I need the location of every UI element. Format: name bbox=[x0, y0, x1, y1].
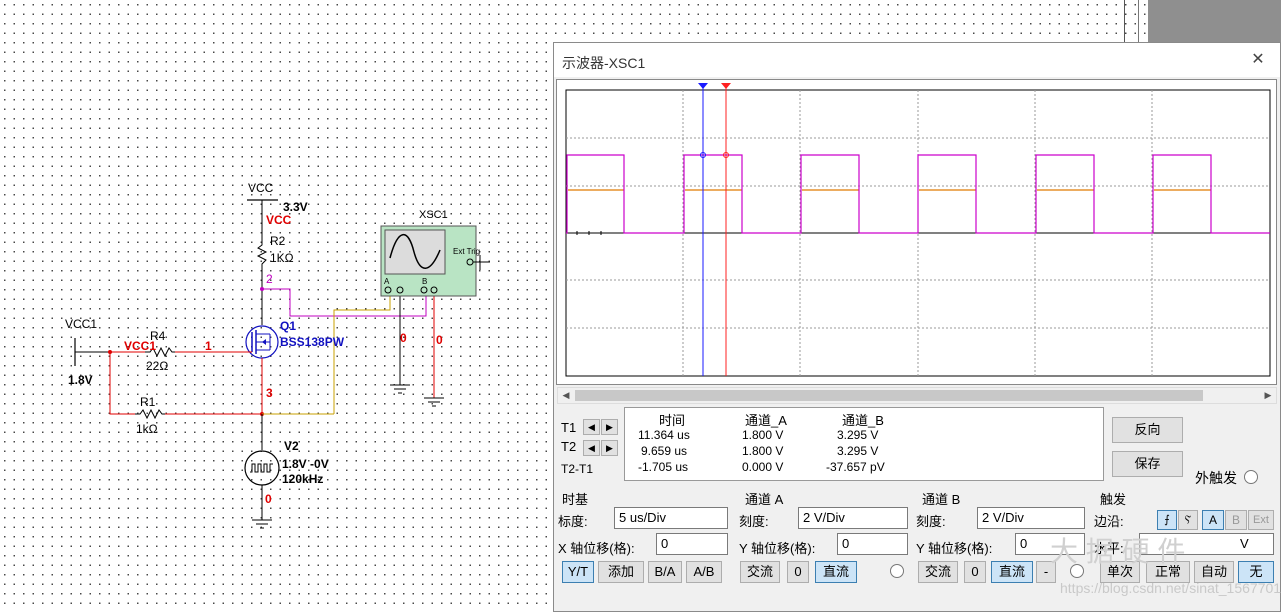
channel-b-ac-button[interactable]: 交流 bbox=[918, 561, 958, 583]
timebase-xpos-label: X 轴位移(格): bbox=[558, 541, 635, 556]
channel-a-dc-button[interactable]: 直流 bbox=[815, 561, 857, 583]
t2-label: T2 bbox=[561, 439, 577, 454]
waveform-canvas bbox=[565, 83, 1271, 377]
channel-b-scale-label: 刻度: bbox=[916, 514, 946, 529]
t2-channel-a: 1.800 V bbox=[742, 444, 784, 458]
t2-right-button[interactable]: ▶ bbox=[601, 440, 618, 456]
ba-mode-button[interactable]: B/A bbox=[648, 561, 682, 583]
t1-left-button[interactable]: ◀ bbox=[583, 419, 600, 435]
trigger-source-a-button[interactable]: A bbox=[1202, 510, 1224, 530]
v2-frequency: 120kHz bbox=[282, 472, 324, 486]
vcc1-voltage: 1.8V bbox=[68, 373, 93, 387]
timebase-scale-label: 标度: bbox=[558, 514, 588, 529]
t2-t1-label: T2-T1 bbox=[561, 462, 594, 476]
close-button[interactable]: ✕ bbox=[1244, 49, 1272, 71]
channel-a-ypos-input[interactable]: 0 bbox=[837, 533, 908, 555]
channel-b-scale-input[interactable]: 2 V/Div bbox=[977, 507, 1085, 529]
vcc-net-label: VCC bbox=[266, 213, 292, 227]
channel-b-ypos-label: Y 轴位移(格): bbox=[916, 541, 993, 556]
measurement-readout: 时间 通道_A 通道_B 11.364 us 1.800 V 3.295 V 9… bbox=[624, 407, 1104, 481]
xsc1-ext-trig: Ext Trig bbox=[453, 247, 481, 256]
xsc1-name: XSC1 bbox=[419, 209, 448, 221]
node-3-label: 3 bbox=[266, 386, 273, 400]
header-channel-b: 通道_B bbox=[842, 413, 884, 428]
horizontal-scrollbar[interactable]: ◀ ▶ bbox=[557, 387, 1277, 404]
r4-name: R4 bbox=[150, 329, 166, 343]
ext-trigger-label: 外触发 bbox=[1195, 470, 1237, 486]
add-mode-button[interactable]: 添加 bbox=[598, 561, 644, 583]
t1-right-button[interactable]: ▶ bbox=[601, 419, 618, 435]
vcc1-label: VCC1 bbox=[65, 317, 98, 331]
node-2-label: 2 bbox=[266, 272, 273, 286]
channel-b-dc-button[interactable]: 直流 bbox=[991, 561, 1033, 583]
window-titlebar[interactable]: 示波器-XSC1 ✕ bbox=[554, 43, 1280, 77]
channel-b-zero-button[interactable]: 0 bbox=[964, 561, 986, 583]
scroll-right-icon[interactable]: ▶ bbox=[1260, 388, 1276, 403]
q1-name: Q1 bbox=[280, 319, 297, 333]
v2-name: V2 bbox=[284, 439, 299, 453]
timebase-xpos-input[interactable]: 0 bbox=[656, 533, 728, 555]
trigger-edge-label: 边沿: bbox=[1094, 514, 1124, 529]
channel-a-scale-label: 刻度: bbox=[739, 514, 769, 529]
node-0a-label: 0 bbox=[400, 331, 407, 345]
t2-channel-b: 3.295 V bbox=[837, 444, 879, 458]
delta-channel-b: -37.657 pV bbox=[826, 460, 885, 474]
q1-part: BSS138PW bbox=[280, 335, 345, 349]
t1-channel-b: 3.295 V bbox=[837, 428, 879, 442]
r4-value: 22Ω bbox=[146, 359, 169, 373]
node-1-label: 1 bbox=[205, 339, 212, 353]
yt-mode-button[interactable]: Y/T bbox=[562, 561, 594, 583]
save-button[interactable]: 保存 bbox=[1112, 451, 1183, 477]
t1-channel-a: 1.800 V bbox=[742, 428, 784, 442]
rising-edge-button[interactable]: ⨍ bbox=[1157, 510, 1177, 530]
oscilloscope-window[interactable]: 示波器-XSC1 ✕ ◀ ▶ T1 ◀ ▶ T2 ◀ ▶ T2-T1 时间 通道… bbox=[553, 42, 1281, 612]
watermark-text: https://blog.csdn.net/sinat_15677011 bbox=[1060, 580, 1281, 596]
t2-time: 9.659 us bbox=[641, 444, 688, 458]
t1-label: T1 bbox=[561, 420, 577, 435]
header-channel-a: 通道_A bbox=[745, 413, 787, 428]
xsc1-a-label: A bbox=[384, 277, 390, 286]
v2-amplitude: 1.8V -0V bbox=[282, 457, 329, 471]
ext-trigger-radio[interactable] bbox=[1244, 470, 1258, 484]
trigger-title: 触发 bbox=[1100, 492, 1127, 507]
vcc-label: VCC bbox=[248, 181, 274, 195]
channel-a-zero-button[interactable]: 0 bbox=[787, 561, 809, 583]
trigger-source-b-button[interactable]: B bbox=[1225, 510, 1247, 530]
scrollbar-thumb[interactable] bbox=[575, 390, 1203, 401]
t1-time: 11.364 us bbox=[638, 428, 690, 442]
channel-a-radio[interactable] bbox=[890, 564, 904, 578]
r1-name: R1 bbox=[140, 395, 156, 409]
channel-a-ac-button[interactable]: 交流 bbox=[740, 561, 780, 583]
timebase-title: 时基 bbox=[562, 492, 589, 507]
trigger-source-ext-button[interactable]: Ext bbox=[1248, 510, 1274, 530]
r2-value: 1KΩ bbox=[270, 251, 294, 265]
delta-time: -1.705 us bbox=[638, 460, 689, 474]
channel-b-title: 通道 B bbox=[922, 492, 961, 507]
r1-value: 1kΩ bbox=[136, 422, 158, 436]
channel-a-scale-input[interactable]: 2 V/Div bbox=[798, 507, 908, 529]
channel-a-title: 通道 A bbox=[745, 492, 784, 507]
node-0-label: 0 bbox=[265, 492, 272, 506]
vcc-voltage: 3.3V bbox=[283, 200, 308, 214]
header-time: 时间 bbox=[659, 413, 686, 428]
channel-a-ypos-label: Y 轴位移(格): bbox=[739, 541, 816, 556]
window-title: 示波器-XSC1 bbox=[562, 55, 646, 71]
node-0b-label: 0 bbox=[436, 333, 443, 347]
ab-mode-button[interactable]: A/B bbox=[686, 561, 722, 583]
scope-display[interactable] bbox=[556, 79, 1277, 385]
delta-channel-a: 0.000 V bbox=[742, 460, 784, 474]
xsc1-b-label: B bbox=[422, 277, 428, 286]
scroll-left-icon[interactable]: ◀ bbox=[558, 388, 574, 403]
t2-left-button[interactable]: ◀ bbox=[583, 440, 600, 456]
timebase-scale-input[interactable]: 5 us/Div bbox=[614, 507, 728, 529]
falling-edge-button[interactable]: Ⲋ bbox=[1178, 510, 1198, 530]
reverse-button[interactable]: 反向 bbox=[1112, 417, 1183, 443]
r2-name: R2 bbox=[270, 234, 286, 248]
watermark-logo: 大 据 硬 件 bbox=[1050, 536, 1186, 567]
schematic-wires bbox=[74, 199, 490, 529]
